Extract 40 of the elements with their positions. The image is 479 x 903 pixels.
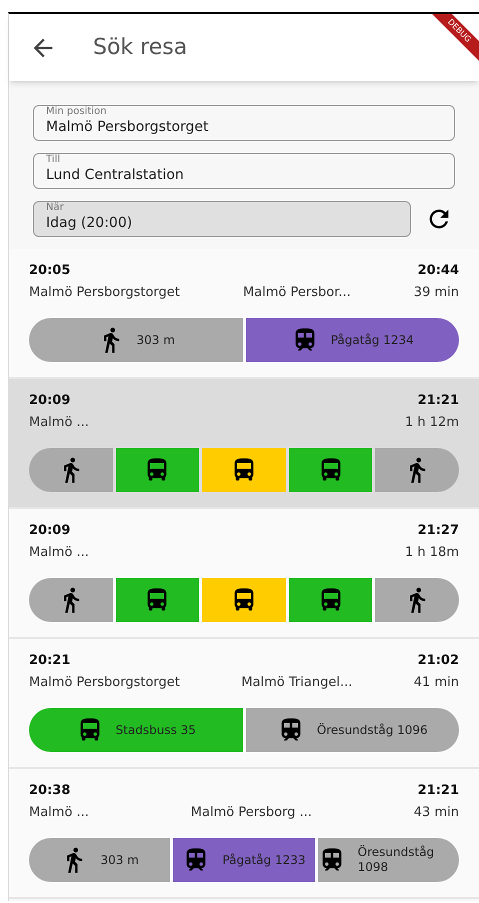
origin-stop: Malmö ...	[29, 414, 89, 432]
leg-label: Pågatåg 1234	[330, 332, 414, 348]
departure-time: 20:21	[29, 652, 70, 670]
field-value: Idag (20:00)	[46, 216, 134, 230]
duration: 39 min	[414, 284, 459, 302]
field-label: När	[46, 203, 64, 213]
duration: 1 h 12m	[405, 414, 459, 432]
field-value: Malmö Persborgstorget	[46, 120, 210, 134]
arrival-time: 21:02	[418, 652, 459, 670]
text-field[interactable]: Till Lund Centralstation	[33, 153, 455, 189]
transfer-stop: Malmö Triangel...	[241, 674, 352, 692]
arrival-time: 21:21	[418, 782, 459, 800]
arrival-time: 21:21	[418, 392, 459, 410]
text-field[interactable]: Min position Malmö Persborgstorget	[33, 105, 455, 141]
leg-label: Stadsbuss 35	[116, 722, 196, 738]
leg-label: Öresundståg 1098	[358, 845, 436, 875]
duration: 43 min	[414, 804, 459, 822]
field-value: Lund Centralstation	[46, 168, 185, 182]
origin-stop: Malmö ...	[29, 544, 89, 562]
field-label: Min position	[46, 107, 107, 117]
origin-stop: Malmö ...	[29, 804, 89, 822]
arrival-time: 21:27	[418, 522, 459, 540]
leg-label: 303 m	[136, 332, 175, 348]
origin-stop: Malmö Persborgstorget	[29, 284, 180, 302]
journey-card[interactable]: 20:09 21:21 Malmö ... 1 h 12m	[9, 379, 479, 509]
origin-stop: Malmö Persborgstorget	[29, 674, 180, 692]
departure-time: 20:38	[29, 782, 70, 800]
leg-label: Pågatåg 1233	[222, 852, 306, 868]
page-title: Sök resa	[93, 34, 188, 62]
transfer-stop: Malmö Persbor...	[242, 284, 351, 302]
departure-time: 20:05	[29, 262, 70, 280]
field-label: Till	[46, 155, 60, 165]
duration: 1 h 18m	[405, 544, 459, 562]
leg-label: Öresundståg 1096	[316, 722, 428, 738]
departure-time: 20:09	[29, 522, 70, 540]
duration: 41 min	[414, 674, 459, 692]
leg-label: 303 m	[100, 852, 139, 868]
departure-time: 20:09	[29, 392, 70, 410]
arrival-time: 20:44	[418, 262, 459, 280]
transfer-stop: Malmö Persborg ...	[190, 804, 312, 822]
